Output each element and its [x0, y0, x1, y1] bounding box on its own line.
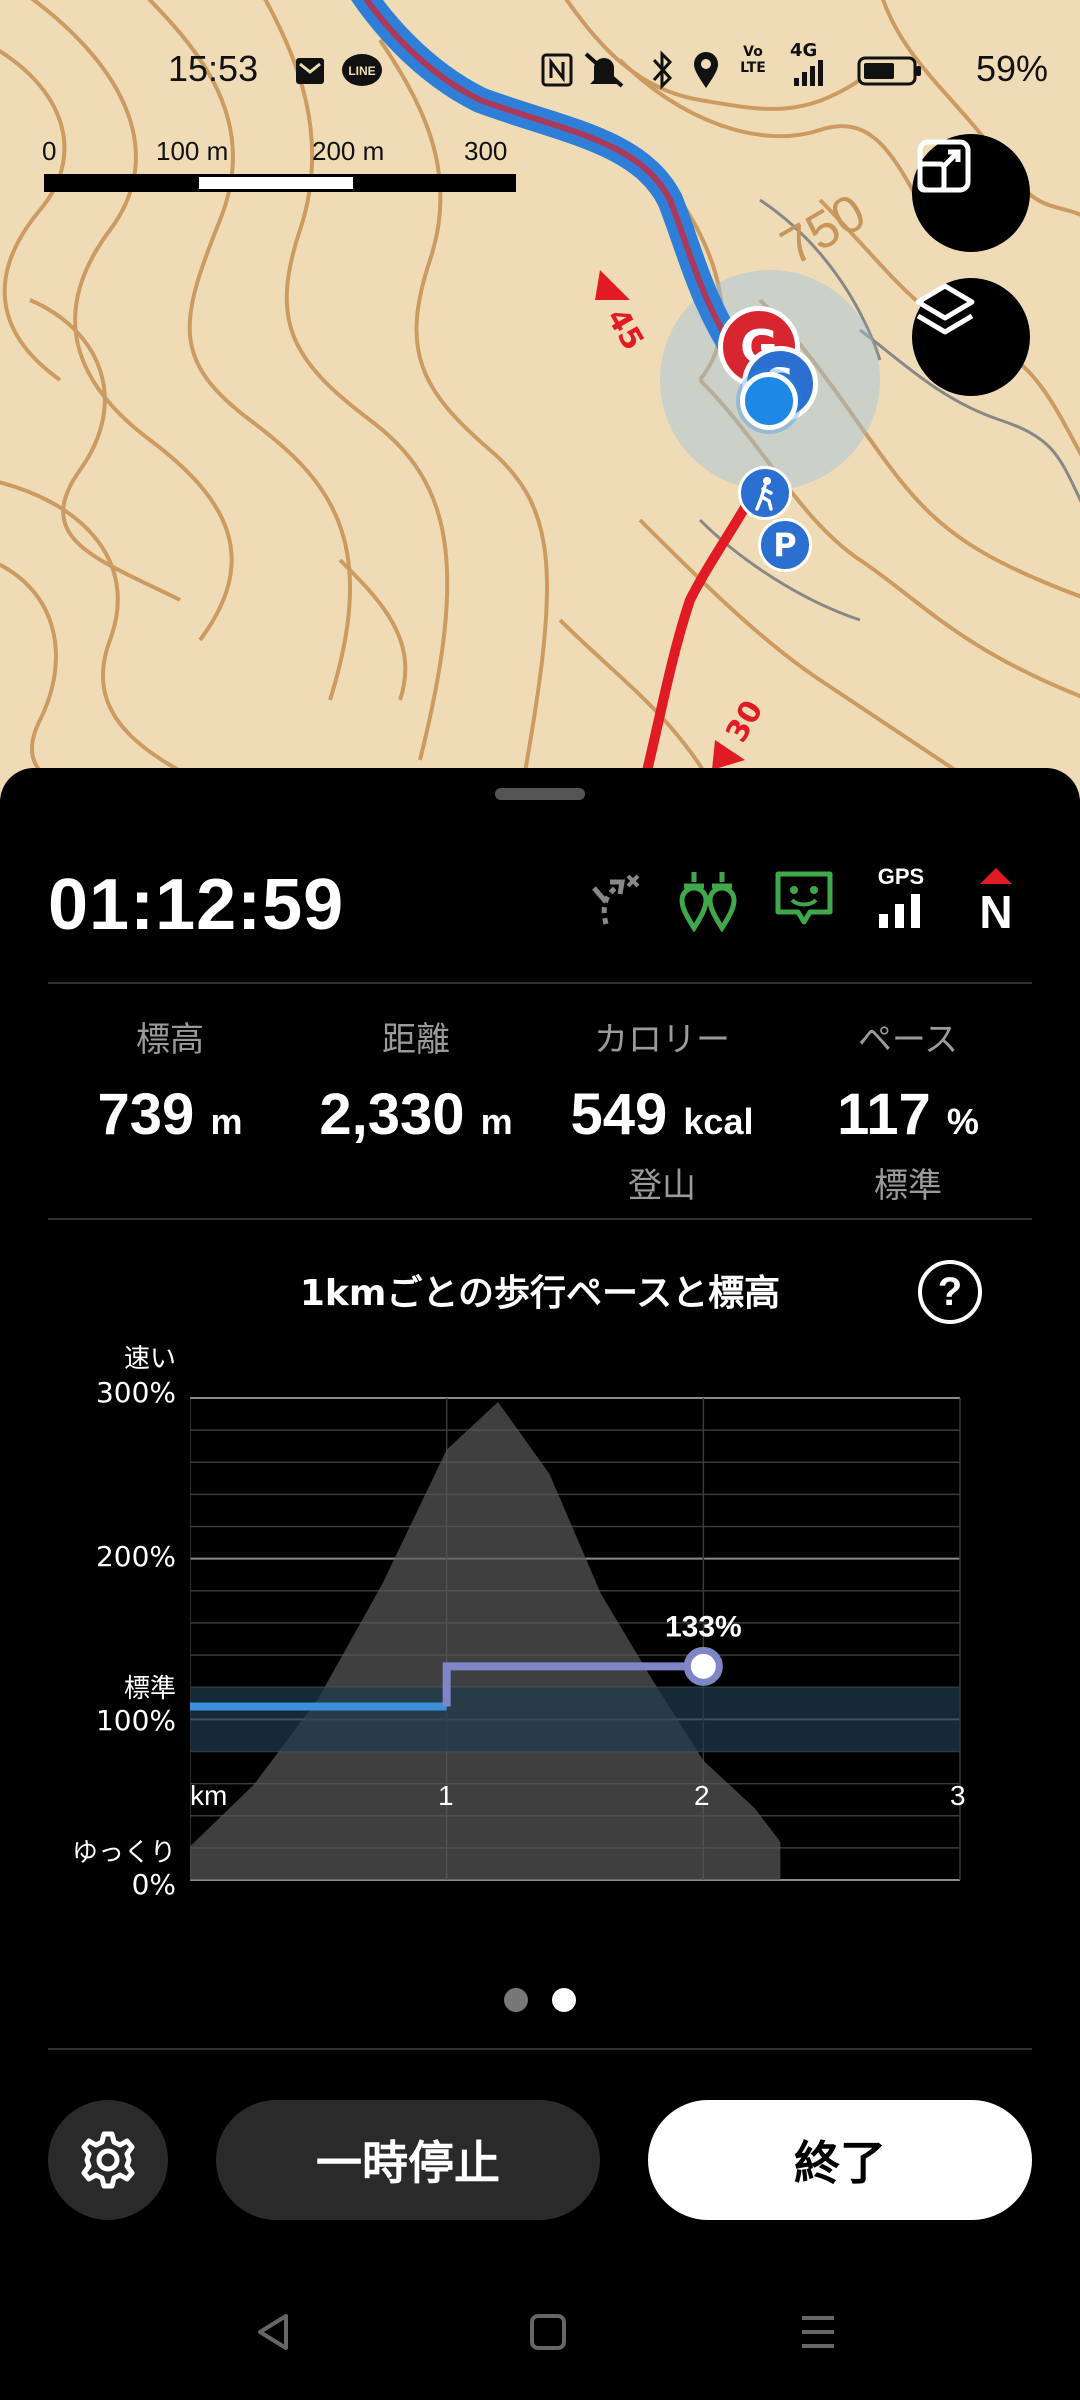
status-bar: 15:53 LINE Vo LTE 4G 59%: [0, 40, 1080, 100]
stat-sub-label: 標準: [874, 1166, 942, 1206]
pause-button[interactable]: 一時停止: [216, 2100, 600, 2220]
battery-percent: 59%: [975, 48, 1048, 89]
stat-calories: カロリー 549 kcal 登山: [542, 1012, 782, 1207]
hiker-icon[interactable]: [738, 466, 792, 520]
safety-chat-icon[interactable]: [772, 868, 836, 932]
scale-label-200: 200 m: [312, 136, 385, 166]
end-button[interactable]: 終了: [648, 2100, 1032, 2220]
line-app-icon: LINE: [342, 54, 382, 86]
mail-notification-icon: [296, 58, 324, 84]
stat-value: 549 kcal: [570, 1082, 754, 1147]
x-unit-label: km: [190, 1780, 228, 1811]
stat-elevation: 標高 739 m: [50, 1012, 290, 1148]
mute-icon: [584, 52, 624, 88]
standard-pace-band: [190, 1687, 960, 1752]
stat-value: 739 m: [97, 1082, 243, 1147]
stat-label: ペース: [857, 1020, 959, 1060]
gps-signal-indicator: GPS: [868, 864, 934, 934]
y-annotation-slow: ゆっくり: [71, 1838, 176, 1868]
divider-top: [48, 982, 1032, 984]
route-deviation-icon[interactable]: [580, 868, 644, 932]
gear-icon: [81, 2131, 135, 2189]
scale-label-0: 0: [42, 136, 57, 166]
pace-elevation-chart: 133%: [190, 1397, 961, 1881]
stat-value: 2,330 m: [319, 1082, 513, 1147]
map-layers-button[interactable]: [912, 278, 1030, 396]
layers-icon: [915, 283, 975, 335]
stat-label: カロリー: [594, 1020, 730, 1060]
status-time: 15:53: [168, 48, 259, 89]
current-location-marker: [740, 372, 798, 430]
divider-bottom: [48, 2048, 1032, 2050]
y-tick-300: 300%: [95, 1376, 176, 1409]
gps-label: GPS: [877, 864, 925, 889]
bluetooth-icon: [652, 50, 673, 90]
stat-value: 117 %: [837, 1082, 979, 1147]
stat-distance: 距離 2,330 m: [296, 1012, 536, 1148]
page-dot-2[interactable]: [552, 1988, 576, 2012]
y-tick-200: 200%: [95, 1540, 176, 1573]
compass-north-button[interactable]: N: [964, 866, 1028, 938]
y-annotation-standard: 標準: [123, 1674, 176, 1704]
help-button[interactable]: ?: [918, 1260, 982, 1324]
parking-marker[interactable]: P: [758, 518, 812, 572]
fullscreen-toggle-button[interactable]: [912, 134, 1030, 252]
battery-icon: [857, 56, 921, 86]
north-arrow-icon: [980, 868, 1012, 884]
scale-label-100: 100 m: [156, 136, 229, 166]
stat-label: 距離: [382, 1020, 450, 1060]
stat-sub-label: 登山: [628, 1166, 696, 1206]
location-icon: [694, 52, 718, 88]
home-icon[interactable]: [526, 2310, 570, 2354]
group-members-icon[interactable]: [676, 868, 740, 932]
sheet-drag-handle[interactable]: [495, 788, 585, 800]
divider-middle: [48, 1218, 1032, 1220]
system-navigation-bar: [0, 2280, 1080, 2380]
svg-text:LINE: LINE: [348, 64, 375, 78]
gps-strength-icon: [879, 894, 920, 928]
back-icon[interactable]: [252, 2310, 296, 2354]
elapsed-timer: 01:12:59: [48, 865, 345, 945]
current-pace-label: 133%: [665, 1610, 742, 1643]
recent-apps-icon[interactable]: [796, 2310, 840, 2354]
volte-indicator: Vo LTE: [740, 44, 766, 76]
settings-button[interactable]: [48, 2100, 168, 2220]
y-tick-100: 100%: [95, 1704, 176, 1737]
y-annotation-fast: 速い: [123, 1344, 176, 1374]
signal-strength-icon: [794, 60, 823, 86]
stat-pace: ペース 117 % 標準: [788, 1012, 1028, 1207]
map-view[interactable]: 45 30 750 G S P 0 100 m 200 m 300 m: [0, 0, 1080, 800]
stat-label: 標高: [136, 1020, 204, 1060]
page-dot-1[interactable]: [504, 1988, 528, 2012]
north-label: N: [979, 886, 1013, 938]
x-tick-2: 2: [694, 1780, 710, 1811]
activity-bottom-sheet: 01:12:59 GPS N 標高 739 m 距離 2,330 m カロリー …: [0, 768, 1080, 2400]
y-tick-0: 0%: [131, 1868, 176, 1901]
fullscreen-icon: [917, 139, 971, 193]
current-pace-point: [683, 1646, 723, 1686]
nfc-icon: [541, 53, 573, 87]
x-tick-3: 3: [950, 1780, 966, 1811]
x-tick-1: 1: [438, 1780, 454, 1811]
topographic-map: [0, 0, 1080, 800]
